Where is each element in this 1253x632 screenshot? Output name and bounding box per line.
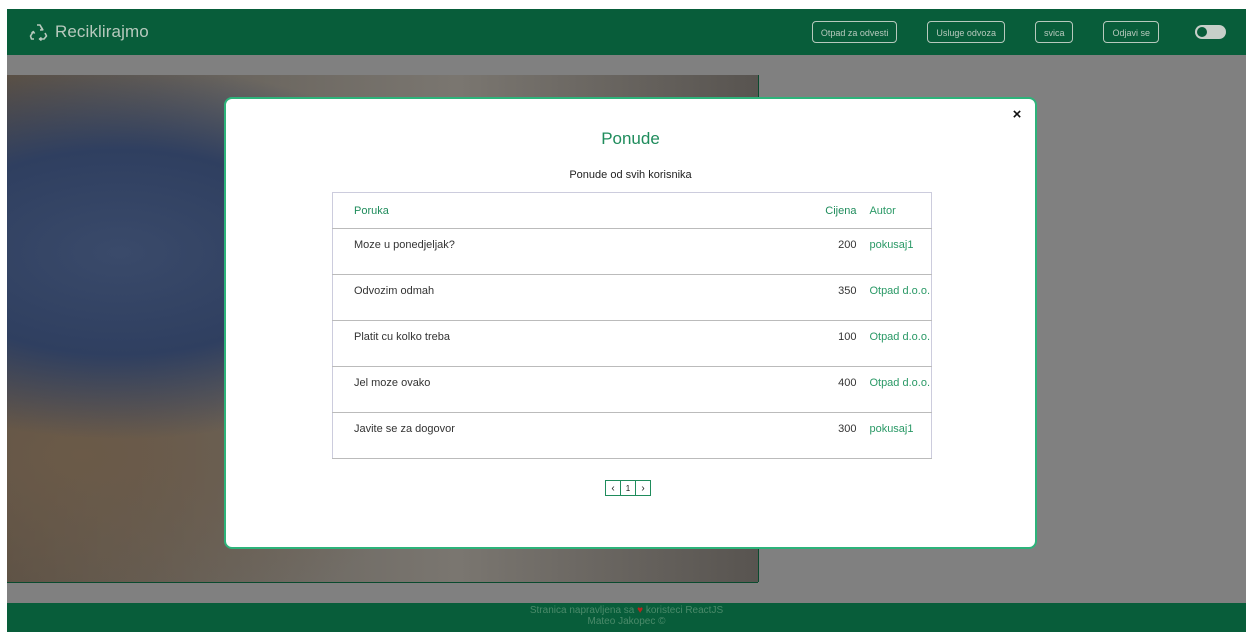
prev-page-button[interactable]: ‹: [606, 481, 621, 495]
table-row: Javite se za dogovor 300 pokusaj1: [332, 412, 932, 459]
offer-author[interactable]: pokusaj1: [862, 412, 932, 459]
modal-subtitle: Ponude od svih korisnika: [569, 169, 692, 181]
window-top-strip: [0, 0, 1253, 9]
column-header-message: Poruka: [332, 192, 812, 229]
offer-message: Jel moze ovako: [332, 366, 812, 413]
modal-title: Ponude: [601, 129, 660, 148]
column-header-price: Cijena: [811, 192, 863, 229]
brand-name: Reciklirajmo: [55, 22, 149, 41]
offer-price: 200: [811, 228, 863, 275]
column-header-author: Autor: [862, 192, 932, 229]
brand[interactable]: Reciklirajmo: [29, 22, 149, 42]
offer-price: 400: [811, 366, 863, 413]
window-left-frame: [0, 0, 7, 632]
recycle-icon: [29, 24, 48, 42]
heart-icon: ♥: [637, 605, 644, 616]
logout-button[interactable]: Odjavi se: [1103, 21, 1159, 43]
offer-message: Odvozim odmah: [332, 274, 812, 321]
footer-text-post: koristeci ReactJS: [645, 605, 724, 616]
offer-author[interactable]: pokusaj1: [862, 228, 932, 275]
footer-credit: Stranica napravljena sa ♥ koristeci Reac…: [7, 603, 1246, 616]
theme-toggle[interactable]: [1195, 25, 1226, 39]
next-page-button[interactable]: ›: [636, 481, 650, 495]
offers-modal: × Ponude Ponude od svih korisnika Poruka…: [224, 97, 1037, 549]
footer-text-pre: Stranica napravljena sa: [529, 605, 635, 616]
toggle-icon: [1197, 27, 1207, 37]
nav-button-usluge-odvoza[interactable]: Usluge odvoza: [927, 21, 1005, 43]
offer-message: Javite se za dogovor: [332, 412, 812, 459]
footer-author: Mateo Jakopec ©: [587, 616, 666, 627]
offer-author[interactable]: Otpad d.o.o.: [862, 320, 932, 367]
close-icon[interactable]: ×: [1007, 105, 1027, 125]
table-row: Platit cu kolko treba 100 Otpad d.o.o.: [332, 320, 932, 367]
pagination: ‹ 1 ›: [605, 480, 651, 496]
window-right-frame: [1246, 0, 1253, 632]
offer-author[interactable]: Otpad d.o.o.: [862, 366, 932, 413]
offer-message: Platit cu kolko treba: [332, 320, 812, 367]
table-row: Jel moze ovako 400 Otpad d.o.o.: [332, 366, 932, 413]
offer-price: 350: [811, 274, 863, 321]
offer-price: 300: [811, 412, 863, 459]
offers-table: Poruka Cijena Autor Moze u ponedjeljak? …: [332, 192, 932, 459]
table-header-row: Poruka Cijena Autor: [332, 192, 932, 229]
page-number-button[interactable]: 1: [621, 481, 636, 495]
navbar: Reciklirajmo Otpad za odvesti Usluge odv…: [7, 9, 1246, 55]
offer-price: 100: [811, 320, 863, 367]
nav-button-otpad-za-odvesti[interactable]: Otpad za odvesti: [811, 21, 898, 43]
nav-button-svica[interactable]: svica: [1034, 21, 1074, 43]
table-row: Odvozim odmah 350 Otpad d.o.o.: [332, 274, 932, 321]
offer-message: Moze u ponedjeljak?: [332, 228, 812, 275]
table-row: Moze u ponedjeljak? 200 pokusaj1: [332, 228, 932, 275]
offer-author[interactable]: Otpad d.o.o.: [862, 274, 932, 321]
nav-links: Otpad za odvesti Usluge odvoza svica Odj…: [782, 9, 1246, 55]
footer: Stranica napravljena sa ♥ koristeci Reac…: [7, 603, 1246, 632]
